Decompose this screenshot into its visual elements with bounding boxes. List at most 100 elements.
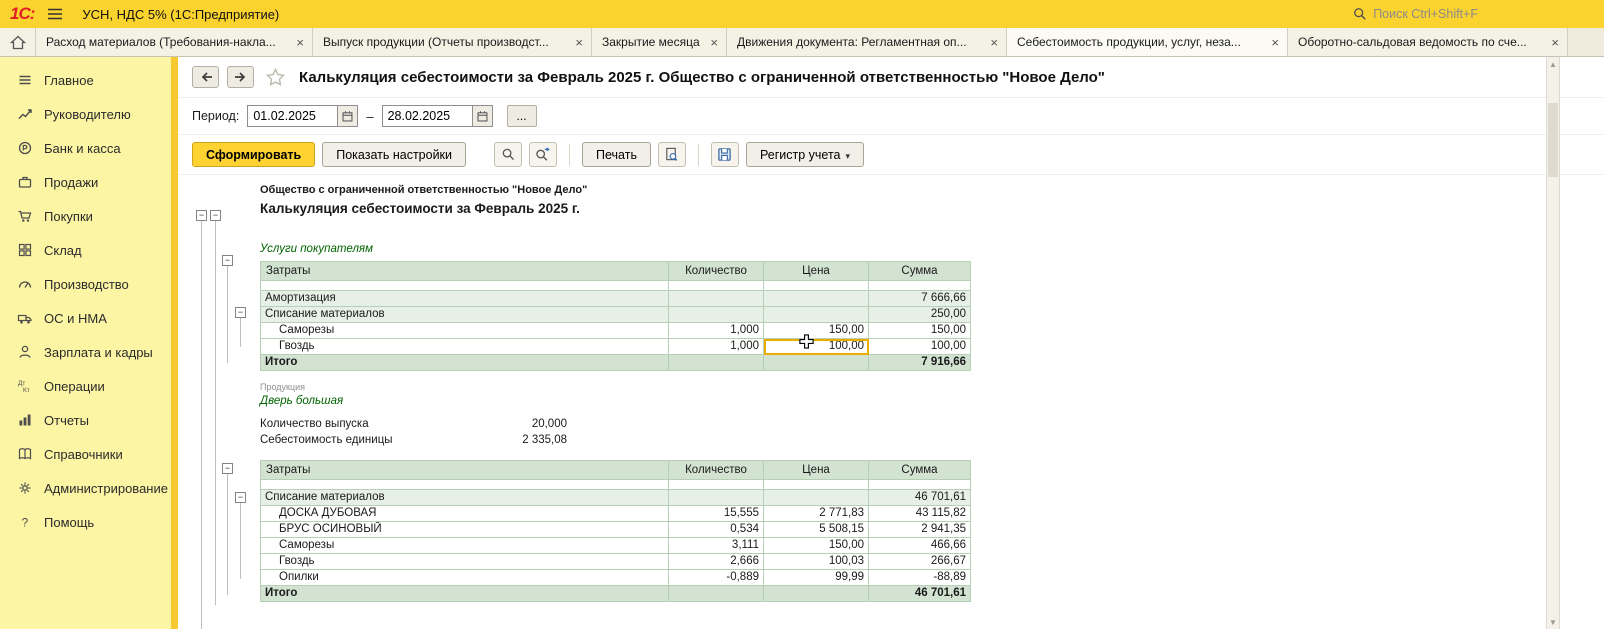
cell-sum[interactable]: -88,89: [869, 570, 971, 586]
group-label-product[interactable]: Дверь большая: [260, 395, 1604, 408]
cell-price[interactable]: 150,00: [764, 323, 869, 339]
cell-price[interactable]: [764, 355, 869, 371]
cell-price[interactable]: 99,99: [764, 570, 869, 586]
cell-price[interactable]: 5 508,15: [764, 522, 869, 538]
column-header[interactable]: Сумма: [869, 262, 971, 281]
cell-sum[interactable]: 100,00: [869, 339, 971, 355]
section-label-production[interactable]: Продукция: [260, 382, 1604, 392]
info-value[interactable]: 20,000: [420, 416, 567, 432]
column-header[interactable]: Количество: [669, 461, 764, 480]
column-header[interactable]: Количество: [669, 262, 764, 281]
sidebar-item-pokupki[interactable]: Покупки: [0, 199, 178, 233]
scroll-down-icon[interactable]: ▼: [1547, 615, 1559, 629]
sidebar-item-zarplata-i-kadry[interactable]: Зарплата и кадры: [0, 335, 178, 369]
tab-vypusk-produkcii[interactable]: Выпуск продукции (Отчеты производст... ×: [313, 28, 592, 56]
tab-dvizheniya-dokumenta[interactable]: Движения документа: Регламентная оп... ×: [727, 28, 1007, 56]
find-icon[interactable]: [494, 142, 522, 167]
cell-name[interactable]: БРУС ОСИНОВЫЙ: [261, 522, 669, 538]
close-icon[interactable]: ×: [1551, 36, 1559, 49]
sidebar-item-rukovoditelyu[interactable]: Руководителю: [0, 97, 178, 131]
sidebar-item-prodazhi[interactable]: Продажи: [0, 165, 178, 199]
sidebar-item-administrirovanie[interactable]: Администрирование: [0, 471, 178, 505]
register-dropdown-button[interactable]: Регистр учета▾: [746, 142, 864, 167]
period-to-input[interactable]: [382, 105, 472, 127]
sidebar-item-spravochniki[interactable]: Справочники: [0, 437, 178, 471]
collapse-box[interactable]: −: [222, 463, 233, 474]
cell-qty[interactable]: [669, 490, 764, 506]
collapse-box[interactable]: −: [235, 492, 246, 503]
cell-qty[interactable]: 2,666: [669, 554, 764, 570]
selected-cell[interactable]: 100,00: [764, 339, 869, 355]
info-label[interactable]: Количество выпуска: [260, 416, 420, 432]
collapse-box[interactable]: −: [196, 210, 207, 221]
forward-button[interactable]: [227, 66, 254, 88]
cell-qty[interactable]: [669, 355, 764, 371]
show-settings-button[interactable]: Показать настройки: [322, 142, 466, 167]
info-value[interactable]: 2 335,08: [420, 432, 567, 448]
cell-qty[interactable]: 15,555: [669, 506, 764, 522]
cell-name[interactable]: ДОСКА ДУБОВАЯ: [261, 506, 669, 522]
sidebar-item-otchety[interactable]: Отчеты: [0, 403, 178, 437]
sidebar-item-pomosch[interactable]: ? Помощь: [0, 505, 178, 539]
cell-sum[interactable]: 266,67: [869, 554, 971, 570]
cell-price[interactable]: [764, 586, 869, 602]
close-icon[interactable]: ×: [1271, 36, 1279, 49]
cell-qty[interactable]: 1,000: [669, 339, 764, 355]
collapse-box[interactable]: −: [210, 210, 221, 221]
cell-sum[interactable]: 2 941,35: [869, 522, 971, 538]
cell-qty[interactable]: [669, 307, 764, 323]
column-header[interactable]: Затраты: [261, 262, 669, 281]
cell-sum[interactable]: 7 916,66: [869, 355, 971, 371]
tab-oborotno-saldovaya[interactable]: Оборотно-сальдовая ведомость по сче... ×: [1288, 28, 1568, 56]
cell-qty[interactable]: [669, 291, 764, 307]
cell-price[interactable]: [764, 307, 869, 323]
generate-button[interactable]: Сформировать: [192, 142, 315, 167]
period-options-button[interactable]: ...: [507, 105, 537, 127]
cell-price[interactable]: [764, 490, 869, 506]
close-icon[interactable]: ×: [296, 36, 304, 49]
cell-qty[interactable]: [669, 586, 764, 602]
period-from-input[interactable]: [247, 105, 337, 127]
cell-sum[interactable]: 46 701,61: [869, 586, 971, 602]
cell-name[interactable]: Гвоздь: [261, 339, 669, 355]
sidebar-item-os-i-nma[interactable]: ОС и НМА: [0, 301, 178, 335]
cell-name[interactable]: Списание материалов: [261, 307, 669, 323]
column-header[interactable]: Затраты: [261, 461, 669, 480]
cell-price[interactable]: 2 771,83: [764, 506, 869, 522]
cell-name[interactable]: Списание материалов: [261, 490, 669, 506]
column-header[interactable]: Сумма: [869, 461, 971, 480]
find-advanced-icon[interactable]: [529, 142, 557, 167]
column-header[interactable]: Цена: [764, 461, 869, 480]
print-preview-icon[interactable]: [658, 142, 686, 167]
close-icon[interactable]: ×: [575, 36, 583, 49]
tab-sebestoimost[interactable]: Себестоимость продукции, услуг, неза... …: [1007, 28, 1288, 56]
tab-rashod-materialov[interactable]: Расход материалов (Требования-накла... ×: [36, 28, 313, 56]
cell-name[interactable]: Итого: [261, 586, 669, 602]
cell-price[interactable]: 100,03: [764, 554, 869, 570]
column-header[interactable]: Цена: [764, 262, 869, 281]
cell-sum[interactable]: 46 701,61: [869, 490, 971, 506]
tab-home[interactable]: [0, 28, 36, 56]
cell-sum[interactable]: 150,00: [869, 323, 971, 339]
main-menu-icon[interactable]: [44, 5, 66, 23]
cell-sum[interactable]: 466,66: [869, 538, 971, 554]
scrollbar-thumb[interactable]: [1548, 103, 1558, 177]
calendar-icon[interactable]: [337, 105, 358, 127]
close-icon[interactable]: ×: [990, 36, 998, 49]
back-button[interactable]: [192, 66, 219, 88]
group-label-services[interactable]: Услуги покупателям: [260, 243, 1604, 256]
sidebar-item-proizvodstvo[interactable]: Производство: [0, 267, 178, 301]
company-name[interactable]: Общество с ограниченной ответственностью…: [260, 184, 1604, 197]
calendar-icon[interactable]: [472, 105, 493, 127]
cell-qty[interactable]: 3,111: [669, 538, 764, 554]
star-icon[interactable]: [266, 68, 285, 86]
close-icon[interactable]: ×: [710, 36, 718, 49]
cell-name[interactable]: Опилки: [261, 570, 669, 586]
sidebar-item-operacii[interactable]: ДтКт Операции: [0, 369, 178, 403]
sidebar-item-bank-i-kassa[interactable]: Банк и касса: [0, 131, 178, 165]
cell-qty[interactable]: 0,534: [669, 522, 764, 538]
print-button[interactable]: Печать: [582, 142, 651, 167]
collapse-box[interactable]: −: [235, 307, 246, 318]
cell-sum[interactable]: 7 666,66: [869, 291, 971, 307]
sidebar-scroll-strip[interactable]: [171, 57, 178, 629]
